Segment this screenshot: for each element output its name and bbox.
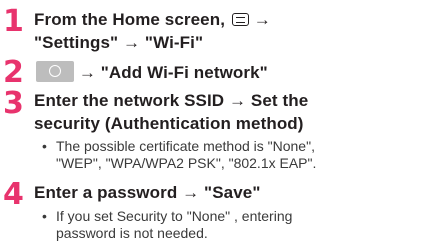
step-text: From the Home screen, → bbox=[34, 10, 271, 30]
step-text-suffix: → bbox=[248, 10, 271, 29]
step-note: • The possible certificate method is "Non… bbox=[42, 138, 316, 172]
bullet: • bbox=[42, 208, 47, 224]
step-number: 3 bbox=[3, 86, 24, 121]
note-line1: The possible certificate method is "None… bbox=[56, 138, 315, 154]
step-number: 1 bbox=[3, 4, 24, 39]
step-text-line1: Enter a password → "Save" bbox=[34, 183, 261, 202]
step-number: 2 bbox=[3, 55, 24, 90]
circle-key-icon bbox=[36, 61, 74, 82]
note-line2: "WEP", "WPA/WPA2 PSK", "802.1x EAP". bbox=[56, 155, 317, 171]
menu-key-icon bbox=[231, 13, 249, 26]
step-number: 4 bbox=[3, 177, 24, 212]
step-text-line2: "Settings" → "Wi-Fi" bbox=[34, 33, 204, 52]
step-text-line2: security (Authentication method) bbox=[34, 114, 304, 133]
note-line1: If you set Security to "None" , entering bbox=[56, 208, 293, 224]
step-text-prefix: From the Home screen, bbox=[34, 10, 230, 29]
step-note: • If you set Security to "None" , enterin… bbox=[42, 208, 292, 242]
step-text: → "Add Wi-Fi network" bbox=[34, 61, 268, 83]
note-line2: password is not needed. bbox=[56, 225, 208, 241]
bullet: • bbox=[42, 138, 47, 154]
step-text-line1: Enter the network SSID → Set the bbox=[34, 91, 309, 110]
step-text-suffix: → "Add Wi-Fi network" bbox=[74, 63, 268, 82]
